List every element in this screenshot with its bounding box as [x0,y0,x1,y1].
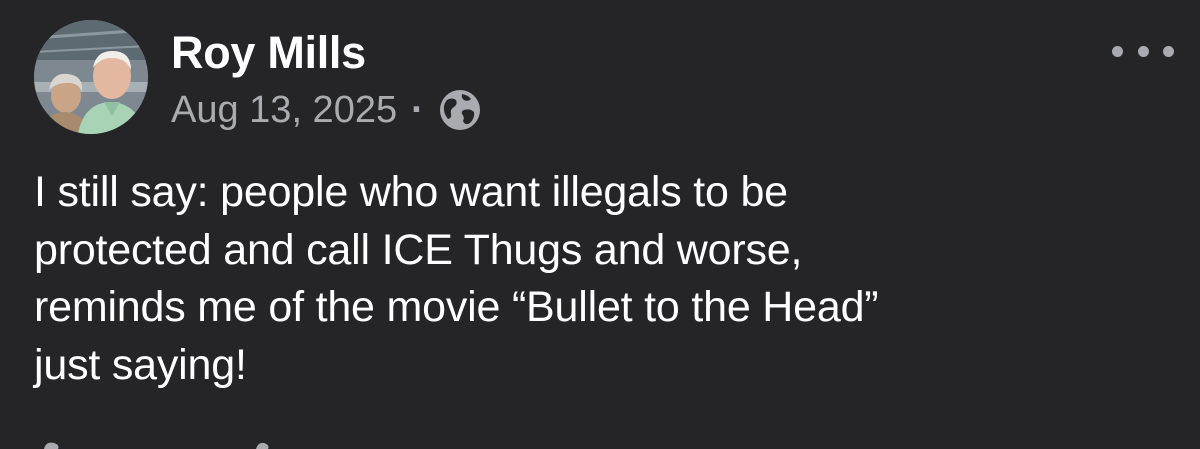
facebook-post: Roy Mills Aug 13, 2025 · I still say: pe… [0,0,1200,449]
author-name[interactable]: Roy Mills [171,26,366,80]
more-options-button[interactable] [1112,36,1174,66]
post-text: I still say: people who want illegals to… [34,164,1154,394]
reaction-icons-cutoff [44,442,269,449]
post-text-line: reminds me of the movie “Bullet to the H… [34,283,879,331]
post-date[interactable]: Aug 13, 2025 [171,89,397,132]
author-avatar[interactable] [34,20,148,134]
post-text-line: I still say: people who want illegals to… [34,168,788,216]
post-meta: Aug 13, 2025 · [171,86,482,134]
more-options-icon-dot [1163,45,1174,57]
avatar-photo [34,20,148,134]
globe-icon[interactable] [438,88,482,132]
meta-separator: · [411,88,424,131]
post-text-line: just saying! [34,340,247,389]
more-options-icon-dot [1137,45,1149,57]
post-text-line: protected and call ICE Thugs and worse, [34,225,803,274]
more-options-icon-dot [1112,45,1123,57]
